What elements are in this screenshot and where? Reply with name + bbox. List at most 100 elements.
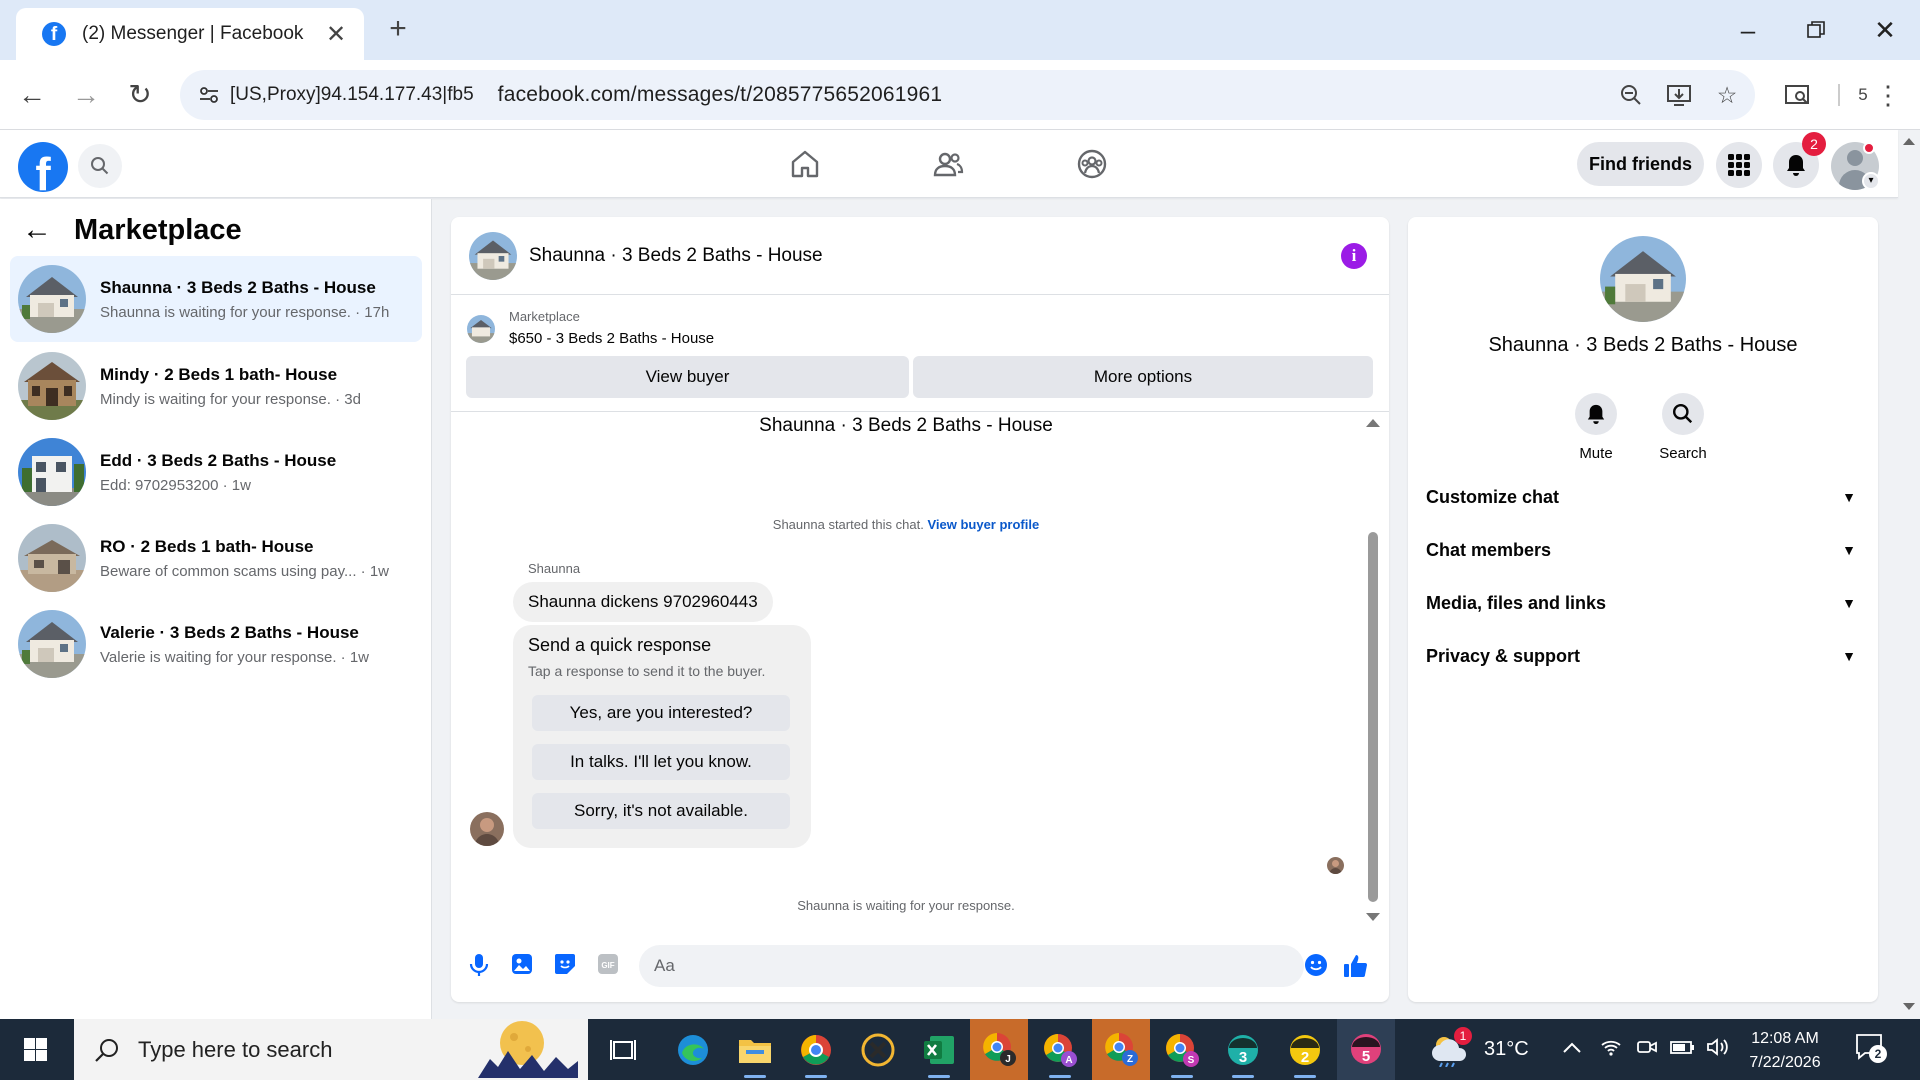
scroll-up-arrow-icon[interactable] [1366, 419, 1380, 427]
back-icon[interactable]: ← [14, 77, 50, 113]
search-icon[interactable] [1662, 393, 1704, 435]
edge-browser-icon[interactable] [670, 1027, 716, 1073]
message-bubble[interactable]: Shaunna dickens 9702960443 [513, 582, 773, 622]
temperature: 31°C [1484, 1037, 1529, 1060]
scroll-down-arrow-icon[interactable] [1366, 913, 1380, 921]
listing-price: $650 - 3 Beds 2 Baths - House [509, 330, 715, 347]
listing-summary[interactable]: Marketplace $650 - 3 Beds 2 Baths - Hous… [467, 309, 714, 347]
quick-reply-in-talks[interactable]: In talks. I'll let you know. [532, 744, 790, 780]
sticker-icon[interactable] [551, 953, 579, 981]
search-action[interactable]: Search [1643, 393, 1723, 462]
chat-members-section[interactable]: Chat members ▼ [1426, 530, 1856, 570]
conversation-preview: Edd: 9702953200 · 1w [100, 476, 251, 494]
photo-icon[interactable] [508, 953, 536, 981]
chat-scroll-thumb[interactable] [1368, 532, 1378, 902]
file-explorer-icon[interactable] [732, 1027, 778, 1078]
weather-alert-badge: 1 [1454, 1027, 1472, 1045]
app-3-icon[interactable]: 3 [1220, 1027, 1266, 1078]
like-thumb-icon[interactable] [1342, 953, 1370, 981]
house-thumbnail [18, 438, 86, 506]
ixbrowser-icon[interactable] [855, 1027, 901, 1073]
view-buyer-button[interactable]: View buyer [466, 356, 909, 398]
customize-chat-section[interactable]: Customize chat ▼ [1426, 477, 1856, 517]
zoom-icon[interactable] [1611, 75, 1651, 115]
system-clock[interactable]: 12:08 AM 7/22/2026 [1735, 1027, 1835, 1075]
sender-avatar[interactable] [470, 812, 504, 846]
restore-icon[interactable] [1786, 10, 1846, 50]
tab-close-icon[interactable]: ✕ [322, 20, 350, 49]
notification-center-icon[interactable]: 2 [1855, 1033, 1889, 1065]
more-options-button[interactable]: More options [913, 356, 1373, 398]
friends-icon[interactable] [908, 142, 988, 186]
browser-menu-icon[interactable]: ⋮ [1870, 77, 1906, 113]
conversation-item-ro[interactable]: RO · 2 Beds 1 bath- House Beware of comm… [10, 515, 422, 601]
groups-icon[interactable] [1052, 142, 1132, 186]
info-icon[interactable]: i [1341, 243, 1367, 269]
conversation-item-edd[interactable]: Edd · 3 Beds 2 Baths - House Edd: 970295… [10, 429, 422, 515]
minimize-icon[interactable]: – [1718, 10, 1778, 50]
chat-house-thumbnail[interactable] [469, 231, 517, 280]
gif-icon[interactable]: GIF [594, 953, 622, 981]
url-text[interactable]: facebook.com/messages/t/2085775652061961 [498, 83, 1611, 107]
clock-time: 12:08 AM [1751, 1030, 1819, 1047]
excel-icon[interactable] [916, 1027, 962, 1078]
conversation-item-mindy[interactable]: Mindy · 2 Beds 1 bath- House Mindy is wa… [10, 343, 422, 429]
bookmark-star-icon[interactable]: ☆ [1707, 75, 1747, 115]
taskbar-search-box[interactable]: Type here to search [74, 1019, 588, 1080]
mute-bell-icon[interactable] [1575, 393, 1617, 435]
view-buyer-profile-link[interactable]: View buyer profile [927, 517, 1039, 532]
task-view-icon[interactable] [600, 1027, 646, 1073]
battery-icon[interactable] [1670, 1037, 1696, 1062]
show-hidden-icons-icon[interactable] [1563, 1037, 1581, 1058]
chrome-profile-s-icon[interactable]: S [1159, 1027, 1205, 1078]
find-friends-button[interactable]: Find friends [1577, 142, 1704, 186]
chevron-down-icon: ▼ [1842, 648, 1856, 664]
browser-tab[interactable]: f (2) Messenger | Facebook ✕ [16, 8, 364, 60]
account-chevron-icon[interactable]: ▾ [1862, 172, 1880, 190]
chrome-icon[interactable] [793, 1027, 839, 1078]
facebook-search-icon[interactable] [78, 144, 122, 188]
meet-now-icon[interactable] [1636, 1037, 1658, 1062]
back-arrow-icon[interactable]: ← [22, 213, 52, 247]
home-icon[interactable] [765, 142, 845, 186]
forward-icon[interactable]: → [68, 77, 104, 113]
details-house-thumbnail[interactable] [1600, 236, 1686, 322]
chrome-profile-j-icon[interactable]: J [970, 1019, 1028, 1080]
wifi-icon[interactable] [1600, 1037, 1622, 1062]
reload-icon[interactable]: ↻ [122, 77, 158, 113]
quick-reply-not-available[interactable]: Sorry, it's not available. [532, 793, 790, 829]
chat-header-name[interactable]: Shaunna · 3 Beds 2 Baths - House [529, 245, 823, 267]
privacy-support-section[interactable]: Privacy & support ▼ [1426, 636, 1856, 676]
thread-title: Shaunna · 3 Beds 2 Baths - House [759, 415, 1053, 436]
mute-action[interactable]: Mute [1556, 393, 1636, 462]
facebook-header: f Find friends 2 [0, 130, 1898, 198]
chrome-profile-a-icon[interactable]: A [1037, 1027, 1083, 1078]
weather-widget[interactable]: 1 31°C [1430, 1027, 1529, 1067]
windows-start-icon[interactable] [0, 1019, 70, 1080]
conversation-item-valerie[interactable]: Valerie · 3 Beds 2 Baths - House Valerie… [10, 601, 422, 687]
page-scroll-up-icon[interactable] [1903, 138, 1915, 145]
conversation-name: Shaunna · 3 Beds 2 Baths - House [100, 277, 376, 297]
app-5-icon[interactable]: 5 [1337, 1019, 1395, 1080]
install-app-icon[interactable] [1659, 75, 1699, 115]
site-info-icon[interactable] [192, 78, 226, 112]
page-scroll-down-icon[interactable] [1903, 1003, 1915, 1010]
volume-icon[interactable] [1706, 1037, 1730, 1062]
new-tab-button[interactable]: + [382, 14, 414, 46]
facebook-logo-icon[interactable]: f [18, 142, 68, 192]
message-input[interactable] [639, 945, 1304, 987]
section-label: Media, files and links [1426, 592, 1607, 613]
close-window-icon[interactable]: ✕ [1855, 10, 1915, 50]
chevron-down-icon: ▼ [1842, 542, 1856, 558]
media-files-links-section[interactable]: Media, files and links ▼ [1426, 583, 1856, 623]
chrome-profile-z-icon[interactable]: Z [1092, 1019, 1150, 1080]
tab-title: (2) Messenger | Facebook [82, 23, 304, 44]
menu-grid-icon[interactable] [1716, 142, 1762, 188]
address-bar[interactable]: [US,Proxy]94.154.177.43|fb5 facebook.com… [180, 70, 1755, 120]
microphone-icon[interactable] [465, 953, 493, 981]
quick-reply-interested[interactable]: Yes, are you interested? [532, 695, 790, 731]
conversation-item-shaunna[interactable]: Shaunna · 3 Beds 2 Baths - House Shaunna… [10, 256, 422, 342]
emoji-icon[interactable] [1302, 953, 1330, 981]
tab-search-icon[interactable] [1780, 77, 1816, 113]
app-2-icon[interactable]: 2 [1282, 1027, 1328, 1078]
